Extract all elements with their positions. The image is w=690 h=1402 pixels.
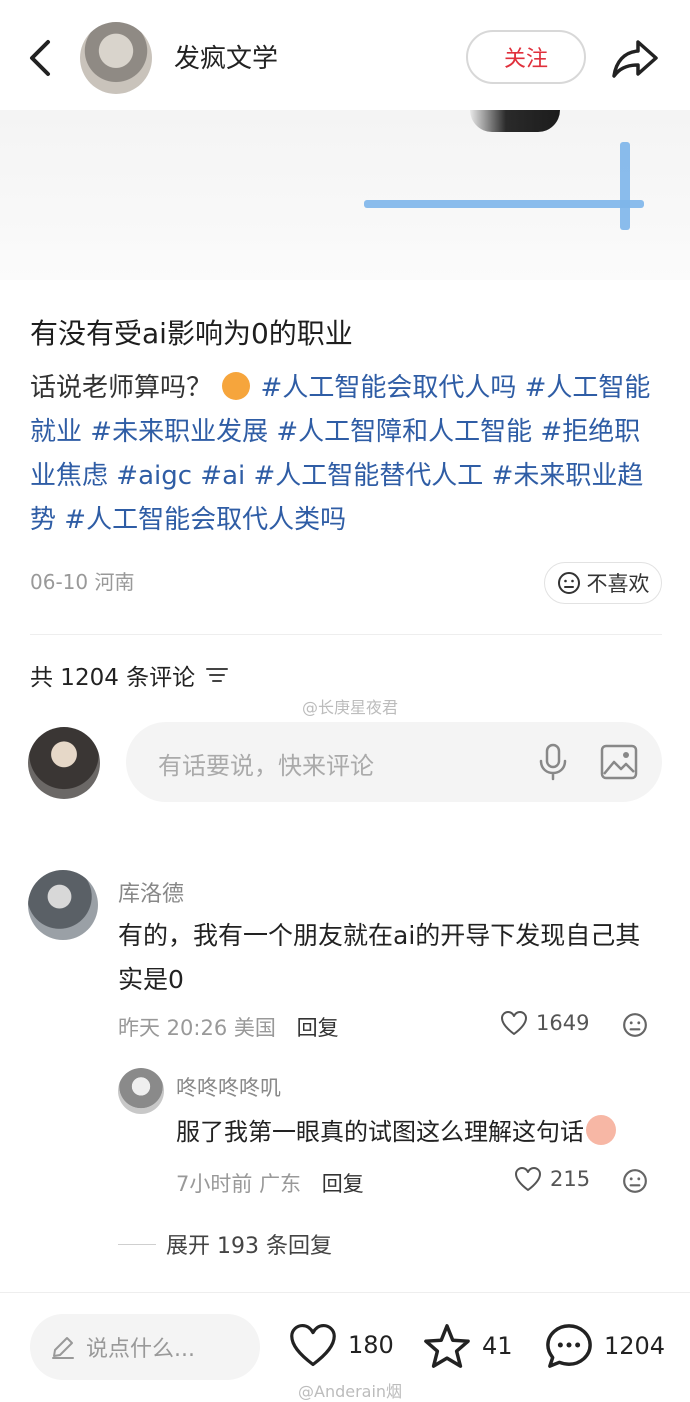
star-icon	[424, 1324, 470, 1368]
comment-count: 共 1204 条评论	[30, 658, 229, 692]
heart-icon	[290, 1323, 336, 1367]
dislike-icon[interactable]	[622, 1012, 648, 1038]
reply-button[interactable]: 回复	[322, 1172, 364, 1196]
comment-count-label: 共 1204 条评论	[30, 665, 196, 691]
like-count: 215	[550, 1167, 591, 1191]
comment-location: 广东	[259, 1172, 302, 1196]
post-comment-button[interactable]: 1204	[544, 1322, 665, 1370]
comment-input[interactable]: 有话要说，快来评论	[126, 722, 662, 802]
post-like-count: 180	[348, 1331, 394, 1359]
comment-meta: 7小时前 广东 回复	[176, 1168, 364, 1198]
commenter-avatar[interactable]	[118, 1068, 164, 1114]
image-line	[620, 142, 630, 230]
heart-icon	[515, 1167, 541, 1191]
raising-hand-emoji-icon	[222, 372, 251, 400]
frown-icon	[557, 572, 580, 594]
comment-like-button[interactable]: 215	[514, 1166, 590, 1192]
hashtag[interactable]: #ai	[200, 461, 245, 491]
comment-time: 昨天 20:26	[118, 1016, 228, 1040]
hashtag[interactable]: #未来职业发展	[90, 417, 268, 447]
author-avatar[interactable]	[80, 22, 152, 94]
post-body: 话说老师算吗？ #人工智能会取代人吗 #人工智能就业 #未来职业发展 #人工智障…	[30, 366, 662, 542]
commenter-name[interactable]: 库洛德	[118, 876, 184, 908]
post-collect-button[interactable]: 41	[422, 1322, 513, 1370]
image-line	[364, 200, 644, 208]
comment-time: 7小时前	[176, 1172, 253, 1196]
chat-bubble-icon	[546, 1324, 592, 1368]
image-upload-icon[interactable]	[600, 744, 638, 780]
post-like-button[interactable]: 180	[288, 1322, 394, 1368]
comment-like-button[interactable]: 1649	[500, 1010, 589, 1036]
post-meta: 06-10 河南	[30, 566, 134, 595]
divider	[0, 1292, 690, 1293]
hashtag[interactable]: #aigc	[116, 461, 192, 491]
comment-text: 服了我第一眼真的试图这么理解这句话	[176, 1112, 616, 1147]
hashtag[interactable]: #人工智障和人工智能	[276, 417, 532, 447]
comment-text: 有的，我有一个朋友就在ai的开导下发现自己其实是0	[118, 921, 641, 994]
comment-location: 美国	[233, 1016, 276, 1040]
laughing-emoji-icon	[586, 1114, 616, 1145]
post-comment-count: 1204	[604, 1332, 666, 1360]
like-count: 1649	[536, 1011, 590, 1035]
dislike-icon[interactable]	[622, 1168, 648, 1194]
expand-replies-button[interactable]: 展开 193 条回复	[118, 1228, 332, 1260]
sort-icon[interactable]	[205, 665, 229, 685]
post-location: 河南	[94, 570, 135, 594]
share-icon[interactable]	[610, 36, 660, 80]
watermark: @长庚星夜君	[302, 698, 399, 717]
pencil-icon	[52, 1337, 74, 1359]
comment-text-body: 服了我第一眼真的试图这么理解这句话	[176, 1118, 584, 1146]
bottom-comment-input[interactable]: 说点什么...	[30, 1314, 260, 1380]
post-text: 话说老师算吗？	[30, 373, 213, 403]
top-bar: 发疯文学 关注	[0, 0, 690, 110]
microphone-icon[interactable]	[536, 742, 570, 782]
current-user-avatar	[28, 727, 100, 799]
divider	[30, 634, 662, 635]
comment-meta: 昨天 20:26 美国 回复	[118, 1012, 339, 1042]
commenter-name[interactable]: 咚咚咚咚叽	[176, 1072, 281, 1102]
watermark: @Anderain烟	[298, 1382, 403, 1401]
post-date: 06-10	[30, 570, 89, 594]
hashtag[interactable]: #人工智能替代人工	[254, 461, 484, 491]
author-name[interactable]: 发疯文学	[174, 38, 278, 75]
back-icon[interactable]	[22, 36, 58, 80]
divider	[118, 1243, 156, 1245]
reply-button[interactable]: 回复	[297, 1016, 339, 1040]
commenter-avatar[interactable]	[28, 870, 98, 940]
hashtag[interactable]: #人工智能会取代人吗	[261, 373, 517, 403]
bottom-input-placeholder: 说点什么...	[86, 1337, 195, 1362]
heart-icon	[501, 1011, 527, 1035]
post-image[interactable]	[0, 110, 690, 280]
image-object	[470, 110, 560, 132]
post-collect-count: 41	[482, 1332, 513, 1360]
hashtag[interactable]: #人工智能会取代人类吗	[64, 505, 346, 535]
expand-replies-label: 展开 193 条回复	[166, 1234, 332, 1259]
post-title: 有没有受ai影响为0的职业	[30, 317, 353, 350]
follow-button[interactable]: 关注	[466, 30, 586, 84]
comment-input-placeholder: 有话要说，快来评论	[158, 752, 374, 780]
dislike-label: 不喜欢	[586, 572, 650, 596]
dislike-button[interactable]: 不喜欢	[544, 562, 662, 604]
